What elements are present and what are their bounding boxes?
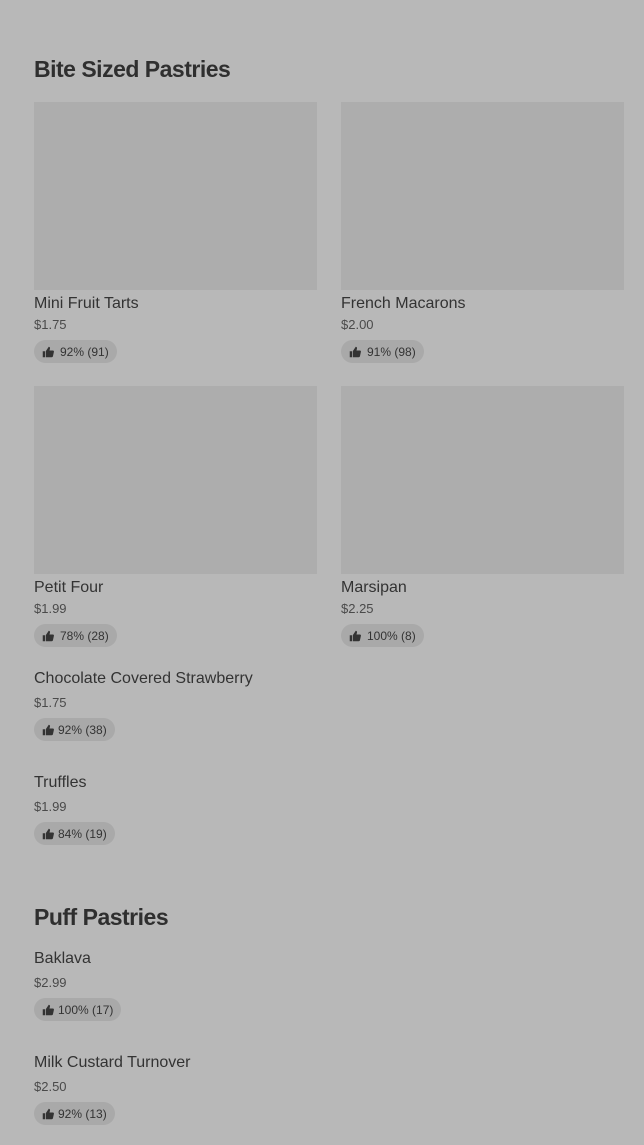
- item-image: [34, 386, 317, 574]
- item-name: Marsipan: [341, 579, 407, 596]
- rating-badge: 92% (38): [34, 718, 115, 741]
- item-name: Baklava: [34, 950, 91, 967]
- menu-item-row[interactable]: Chocolate Covered Strawberry $1.75 92% (…: [34, 669, 624, 741]
- rating-badge: 84% (19): [34, 822, 115, 845]
- thumbs-up-icon: [42, 1108, 54, 1120]
- rating-badge: 92% (13): [34, 1102, 115, 1125]
- item-name: Milk Custard Turnover: [34, 1054, 191, 1071]
- thumbs-up-icon: [42, 346, 54, 358]
- item-price: $2.50: [34, 1079, 67, 1094]
- section-title: Puff Pastries: [34, 904, 169, 930]
- rating-badge: 100% (17): [34, 998, 122, 1021]
- thumbs-up-icon: [349, 630, 361, 642]
- menu-item-row[interactable]: Truffles $1.99 84% (19): [34, 773, 624, 845]
- menu-item-card[interactable]: Mini Fruit Tarts $1.75 92% (91): [34, 102, 317, 363]
- rating-text: 91% (98): [367, 344, 416, 359]
- rating-badge: 100% (8): [341, 624, 424, 647]
- rating-text: 92% (91): [60, 344, 109, 359]
- item-price: $1.99: [34, 601, 67, 616]
- menu-item-row[interactable]: Milk Custard Turnover $2.50 92% (13): [34, 1053, 624, 1125]
- thumbs-up-icon: [42, 724, 54, 736]
- rating-text: 100% (8): [367, 628, 416, 643]
- thumbs-up-icon: [42, 828, 54, 840]
- section-title: Bite Sized Pastries: [34, 56, 231, 82]
- item-image: [341, 102, 624, 290]
- rating-badge: 92% (91): [34, 340, 117, 363]
- rating-badge: 91% (98): [341, 340, 424, 363]
- menu-item-card[interactable]: Marsipan $2.25 100% (8): [341, 386, 624, 647]
- item-name: Mini Fruit Tarts: [34, 295, 139, 312]
- thumbs-up-icon: [42, 1004, 54, 1016]
- item-image: [34, 102, 317, 290]
- thumbs-up-icon: [349, 346, 361, 358]
- item-price: $2.25: [341, 601, 374, 616]
- item-price: $1.75: [34, 317, 67, 332]
- thumbs-up-icon: [42, 630, 54, 642]
- rating-text: 92% (38): [58, 722, 107, 737]
- item-price: $1.75: [34, 695, 67, 710]
- rating-text: 92% (13): [58, 1106, 107, 1121]
- item-name: French Macarons: [341, 295, 466, 312]
- menu-item-card[interactable]: Petit Four $1.99 78% (28): [34, 386, 317, 647]
- item-name: Truffles: [34, 774, 87, 791]
- rating-text: 78% (28): [60, 628, 109, 643]
- menu-item-row[interactable]: Baklava $2.99 100% (17): [34, 949, 624, 1021]
- menu-item-card[interactable]: French Macarons $2.00 91% (98): [341, 102, 624, 363]
- item-price: $1.99: [34, 799, 67, 814]
- rating-text: 100% (17): [58, 1002, 114, 1017]
- item-price: $2.99: [34, 975, 67, 990]
- item-name: Chocolate Covered Strawberry: [34, 670, 253, 687]
- menu-page: Bite Sized Pastries Mini Fruit Tarts $1.…: [0, 0, 644, 1145]
- item-price: $2.00: [341, 317, 374, 332]
- item-image: [341, 386, 624, 574]
- item-name: Petit Four: [34, 579, 104, 596]
- rating-badge: 78% (28): [34, 624, 117, 647]
- rating-text: 84% (19): [58, 826, 107, 841]
